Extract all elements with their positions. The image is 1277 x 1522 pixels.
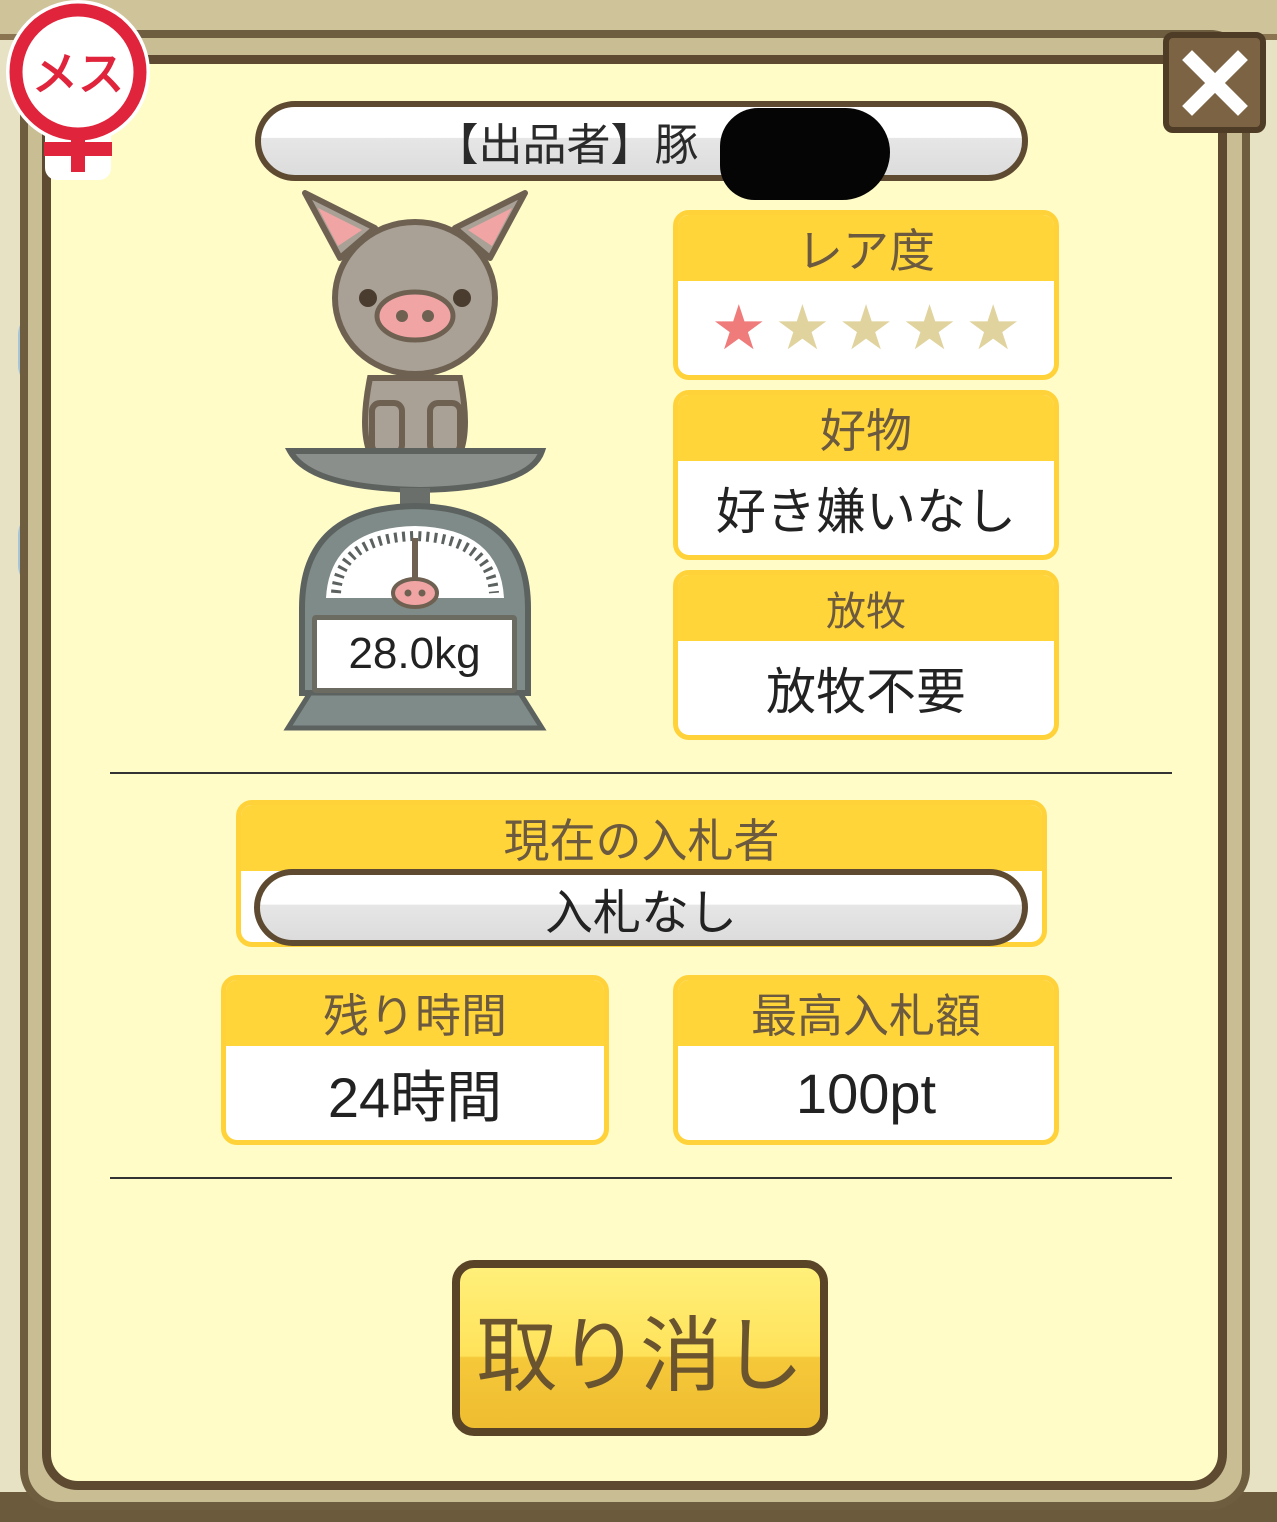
current-bidder-title: 現在の入札者 [241, 805, 1042, 871]
cancel-button[interactable]: 取り消し [452, 1260, 828, 1436]
star-icon: ★ [711, 291, 767, 364]
weight-display: 28.0kg [312, 615, 517, 693]
star-icon: ★ [838, 291, 894, 364]
grazing-title: 放牧 [678, 575, 1054, 641]
rarity-stars: ★ ★ ★ ★ ★ [678, 281, 1054, 375]
rarity-card: レア度 ★ ★ ★ ★ ★ [673, 210, 1059, 380]
highest-bid-value: 100pt [795, 1061, 937, 1125]
grazing-value: 放牧不要 [766, 663, 966, 721]
divider [110, 772, 1172, 774]
favorite-title: 好物 [678, 395, 1054, 461]
female-icon: メス [6, 0, 150, 180]
close-icon [1181, 49, 1248, 116]
star-icon: ★ [965, 291, 1021, 364]
seller-label: 【出品者】豚 [434, 120, 699, 171]
cancel-button-label: 取り消し [475, 1308, 804, 1404]
female-badge: メス [0, 0, 155, 185]
seller-name-field: 【出品者】豚 [255, 101, 1028, 181]
remaining-time-value: 24時間 [327, 1065, 503, 1129]
remaining-time-title: 残り時間 [226, 980, 604, 1046]
close-button[interactable] [1163, 32, 1266, 133]
highest-bid-title: 最高入札額 [678, 980, 1054, 1046]
svg-text:メス: メス [32, 47, 124, 101]
star-icon: ★ [774, 291, 831, 364]
remaining-time-card: 残り時間 24時間 [221, 975, 609, 1145]
divider [110, 1177, 1172, 1179]
highest-bid-card: 最高入札額 100pt [673, 975, 1059, 1145]
favorite-card: 好物 好き嫌いなし [673, 390, 1059, 560]
current-bidder-value: 入札なし [254, 869, 1028, 946]
favorite-value: 好き嫌いなし [716, 483, 1016, 541]
star-icon: ★ [901, 291, 958, 364]
rarity-title: レア度 [678, 215, 1054, 281]
redaction-mark [720, 108, 890, 200]
grazing-card: 放牧 放牧不要 [673, 570, 1059, 740]
